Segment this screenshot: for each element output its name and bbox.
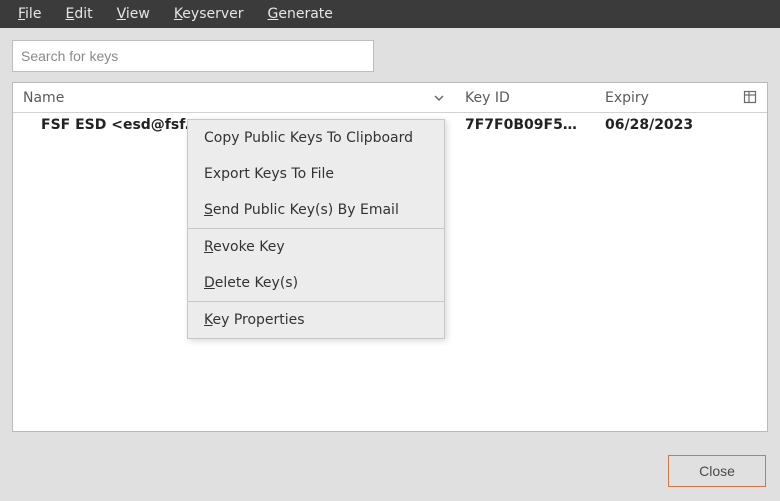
context-menu-revoke-key[interactable]: Revoke Key [188,229,444,265]
cell-keyid: 7F7F0B09F52… [455,113,595,137]
context-menu-delete-keys[interactable]: Delete Key(s) [188,265,444,301]
menu-edit[interactable]: Edit [53,2,104,26]
column-header-name[interactable]: Name [13,84,455,112]
cell-expiry: 06/28/2023 [595,113,767,137]
menu-keyserver[interactable]: Keyserver [162,2,256,26]
menu-file[interactable]: File [6,2,53,26]
context-menu: Copy Public Keys To Clipboard Export Key… [187,119,445,339]
key-list-header: Name Key ID Expiry [13,83,767,113]
context-menu-key-properties[interactable]: Key Properties [188,302,444,338]
configure-columns-icon[interactable] [743,90,759,106]
workarea: Name Key ID Expiry [0,28,780,501]
column-header-expiry-label: Expiry [605,90,649,106]
menu-view[interactable]: View [105,2,162,26]
dialog-button-bar: Close [668,455,766,487]
search-input[interactable] [12,40,374,72]
context-menu-send-public-keys[interactable]: Send Public Key(s) By Email [188,192,444,228]
menubar: File Edit View Keyserver Generate [0,0,780,28]
context-menu-copy-public-keys[interactable]: Copy Public Keys To Clipboard [188,120,444,156]
column-header-name-label: Name [23,90,64,106]
menu-generate[interactable]: Generate [256,2,345,26]
column-header-keyid-label: Key ID [465,90,510,106]
close-button[interactable]: Close [668,455,766,487]
column-header-expiry[interactable]: Expiry [595,84,767,112]
context-menu-export-keys[interactable]: Export Keys To File [188,156,444,192]
column-header-keyid[interactable]: Key ID [455,84,595,112]
sort-indicator-icon [433,92,445,104]
